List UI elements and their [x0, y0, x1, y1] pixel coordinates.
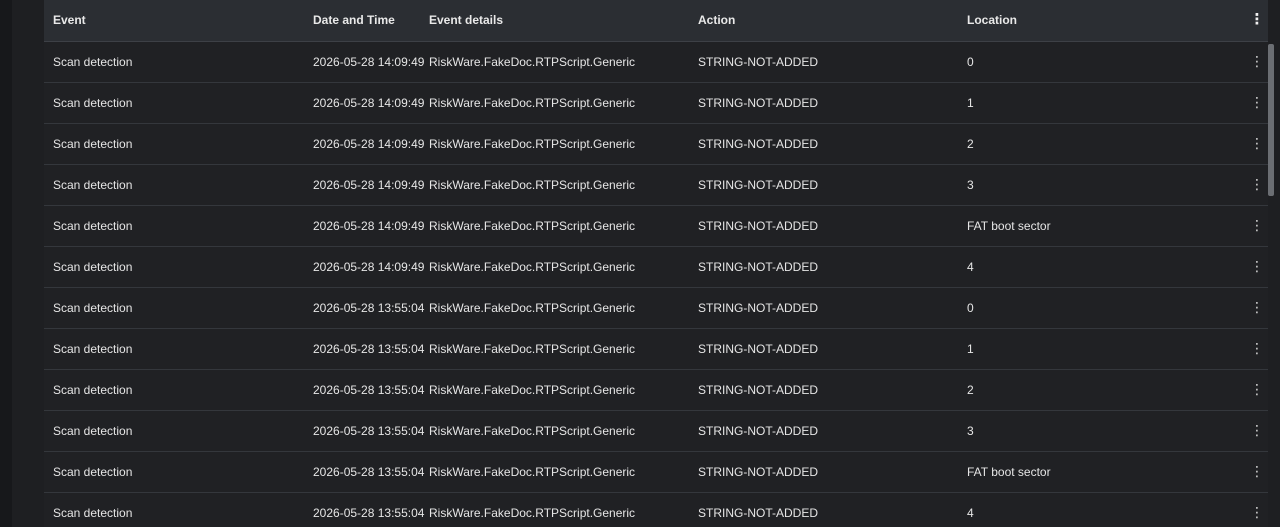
datetime-cell: 2026-05-28 13:55:04: [313, 341, 425, 356]
table-row[interactable]: Scan detection 2026-05-28 14:09:49 RiskWar…: [44, 246, 1274, 287]
table-row[interactable]: Scan detection 2026-05-28 14:09:49 RiskWar…: [44, 41, 1274, 82]
table-row[interactable]: Scan detection 2026-05-28 13:55:04 RiskWar…: [44, 410, 1274, 451]
event-cell: Scan detection: [53, 341, 133, 356]
location-cell: 1: [967, 341, 974, 356]
more-vertical-icon[interactable]: ⋮: [1249, 505, 1265, 519]
location-cell: 3: [967, 423, 974, 438]
event-cell: Scan detection: [53, 505, 133, 520]
table-row[interactable]: Scan detection 2026-05-28 13:55:04 RiskWar…: [44, 451, 1274, 492]
datetime-cell: 2026-05-28 14:09:49: [313, 259, 425, 274]
event-cell: Scan detection: [53, 95, 133, 110]
table-body: Scan detection 2026-05-28 14:09:49 RiskWar…: [44, 41, 1274, 527]
action-cell: STRING-NOT-ADDED: [698, 341, 818, 356]
event-cell: Scan detection: [53, 259, 133, 274]
action-cell: STRING-NOT-ADDED: [698, 423, 818, 438]
table-row[interactable]: Scan detection 2026-05-28 13:55:04 RiskWar…: [44, 369, 1274, 410]
column-header-event[interactable]: Event: [44, 0, 313, 42]
location-cell: 0: [967, 300, 974, 315]
column-header-event-details[interactable]: Event details: [429, 0, 698, 42]
more-vertical-icon[interactable]: ⋮: [1249, 136, 1265, 150]
more-vertical-icon[interactable]: ⋮: [1249, 54, 1265, 68]
datetime-cell: 2026-05-28 14:09:49: [313, 54, 425, 69]
event-cell: Scan detection: [53, 177, 133, 192]
more-vertical-icon[interactable]: ⋮: [1249, 95, 1265, 109]
events-table: Event Date and Time Event details Action…: [44, 0, 1274, 527]
location-cell: 1: [967, 95, 974, 110]
location-cell: 4: [967, 259, 974, 274]
column-header-location[interactable]: Location: [967, 0, 1249, 42]
event-cell: Scan detection: [53, 464, 133, 479]
datetime-cell: 2026-05-28 14:09:49: [313, 218, 425, 233]
event-details-cell: RiskWare.FakeDoc.RTPScript.Generic: [429, 218, 636, 233]
column-header-date-and-time[interactable]: Date and Time: [313, 0, 429, 42]
datetime-cell: 2026-05-28 13:55:04: [313, 464, 425, 479]
scrollbar-thumb[interactable]: [1268, 44, 1274, 196]
table-row[interactable]: Scan detection 2026-05-28 14:09:49 RiskWar…: [44, 205, 1274, 246]
column-header-action[interactable]: Action: [698, 0, 967, 42]
action-cell: STRING-NOT-ADDED: [698, 259, 818, 274]
event-details-cell: RiskWare.FakeDoc.RTPScript.Generic: [429, 382, 636, 397]
event-cell: Scan detection: [53, 382, 133, 397]
action-cell: STRING-NOT-ADDED: [698, 505, 818, 520]
action-cell: STRING-NOT-ADDED: [698, 382, 818, 397]
action-cell: STRING-NOT-ADDED: [698, 177, 818, 192]
more-vertical-icon[interactable]: ⋮: [1249, 464, 1265, 478]
table-row[interactable]: Scan detection 2026-05-28 14:09:49 RiskWar…: [44, 82, 1274, 123]
events-table-panel: Event Date and Time Event details Action…: [44, 0, 1274, 527]
location-cell: FAT boot sector: [967, 218, 1051, 233]
datetime-cell: 2026-05-28 14:09:49: [313, 136, 425, 151]
event-cell: Scan detection: [53, 423, 133, 438]
event-details-cell: RiskWare.FakeDoc.RTPScript.Generic: [429, 505, 636, 520]
location-cell: FAT boot sector: [967, 464, 1051, 479]
event-details-cell: RiskWare.FakeDoc.RTPScript.Generic: [429, 136, 636, 151]
more-vertical-icon[interactable]: ⋮: [1249, 300, 1265, 314]
event-details-cell: RiskWare.FakeDoc.RTPScript.Generic: [429, 464, 636, 479]
scrollbar-track[interactable]: [1268, 0, 1274, 527]
datetime-cell: 2026-05-28 14:09:49: [313, 177, 425, 192]
datetime-cell: 2026-05-28 13:55:04: [313, 382, 425, 397]
table-row[interactable]: Scan detection 2026-05-28 13:55:04 RiskWar…: [44, 287, 1274, 328]
action-cell: STRING-NOT-ADDED: [698, 300, 818, 315]
event-details-cell: RiskWare.FakeDoc.RTPScript.Generic: [429, 300, 636, 315]
more-vertical-icon[interactable]: ⋮: [1249, 218, 1265, 232]
more-vertical-icon[interactable]: ⋮: [1249, 12, 1265, 27]
action-cell: STRING-NOT-ADDED: [698, 464, 818, 479]
action-cell: STRING-NOT-ADDED: [698, 95, 818, 110]
table-row[interactable]: Scan detection 2026-05-28 14:09:49 RiskWar…: [44, 164, 1274, 205]
more-vertical-icon[interactable]: ⋮: [1249, 177, 1265, 191]
action-cell: STRING-NOT-ADDED: [698, 136, 818, 151]
left-rail: [0, 0, 12, 527]
datetime-cell: 2026-05-28 14:09:49: [313, 95, 425, 110]
location-cell: 2: [967, 382, 974, 397]
more-vertical-icon[interactable]: ⋮: [1249, 259, 1265, 273]
event-cell: Scan detection: [53, 218, 133, 233]
datetime-cell: 2026-05-28 13:55:04: [313, 423, 425, 438]
table-row[interactable]: Scan detection 2026-05-28 13:55:04 RiskWar…: [44, 492, 1274, 527]
location-cell: 3: [967, 177, 974, 192]
table-row[interactable]: Scan detection 2026-05-28 14:09:49 RiskWar…: [44, 123, 1274, 164]
table-row[interactable]: Scan detection 2026-05-28 13:55:04 RiskWar…: [44, 328, 1274, 369]
event-details-cell: RiskWare.FakeDoc.RTPScript.Generic: [429, 95, 636, 110]
event-cell: Scan detection: [53, 54, 133, 69]
event-details-cell: RiskWare.FakeDoc.RTPScript.Generic: [429, 54, 636, 69]
datetime-cell: 2026-05-28 13:55:04: [313, 300, 425, 315]
more-vertical-icon[interactable]: ⋮: [1249, 341, 1265, 355]
event-details-cell: RiskWare.FakeDoc.RTPScript.Generic: [429, 341, 636, 356]
location-cell: 4: [967, 505, 974, 520]
more-vertical-icon[interactable]: ⋮: [1249, 423, 1265, 437]
datetime-cell: 2026-05-28 13:55:04: [313, 505, 425, 520]
event-details-cell: RiskWare.FakeDoc.RTPScript.Generic: [429, 423, 636, 438]
event-cell: Scan detection: [53, 300, 133, 315]
more-vertical-icon[interactable]: ⋮: [1249, 382, 1265, 396]
event-cell: Scan detection: [53, 136, 133, 151]
table-header-row: Event Date and Time Event details Action…: [44, 0, 1274, 42]
action-cell: STRING-NOT-ADDED: [698, 54, 818, 69]
action-cell: STRING-NOT-ADDED: [698, 218, 818, 233]
event-details-cell: RiskWare.FakeDoc.RTPScript.Generic: [429, 177, 636, 192]
location-cell: 2: [967, 136, 974, 151]
location-cell: 0: [967, 54, 974, 69]
event-details-cell: RiskWare.FakeDoc.RTPScript.Generic: [429, 259, 636, 274]
